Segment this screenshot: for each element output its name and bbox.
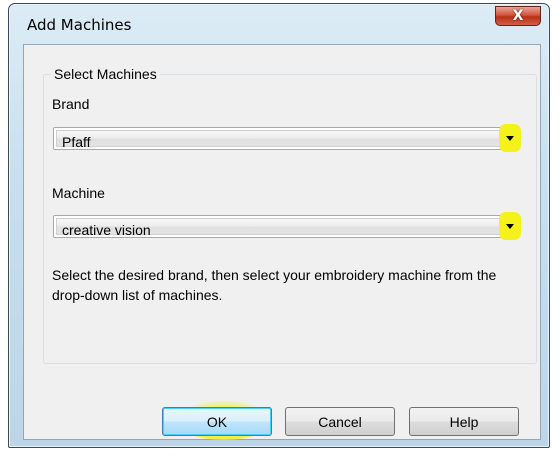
ok-button[interactable]: OK: [162, 407, 272, 436]
machine-label: Machine: [52, 185, 105, 201]
group-legend: Select Machines: [51, 66, 160, 82]
select-machines-group: Select Machines Brand Pfaff Machine crea…: [43, 66, 537, 364]
machine-dropdown-value: creative vision: [62, 222, 151, 238]
brand-dropdown-arrow-icon[interactable]: [499, 124, 521, 152]
close-icon: X: [512, 8, 524, 24]
brand-dropdown-value: Pfaff: [62, 134, 91, 150]
add-machines-dialog: Add Machines X Select Machines Brand Pfa…: [8, 3, 550, 448]
brand-label: Brand: [52, 96, 90, 112]
instructions-text: Select the desired brand, then select yo…: [52, 267, 497, 303]
close-button[interactable]: X: [495, 6, 541, 26]
brand-dropdown[interactable]: Pfaff: [53, 124, 521, 152]
machine-dropdown[interactable]: creative vision: [53, 212, 521, 240]
help-button[interactable]: Help: [409, 407, 519, 436]
machine-dropdown-arrow-icon[interactable]: [499, 212, 521, 240]
cancel-button[interactable]: Cancel: [285, 407, 395, 436]
dialog-title: Add Machines: [27, 16, 132, 34]
dialog-client-area: Select Machines Brand Pfaff Machine crea…: [23, 44, 541, 440]
